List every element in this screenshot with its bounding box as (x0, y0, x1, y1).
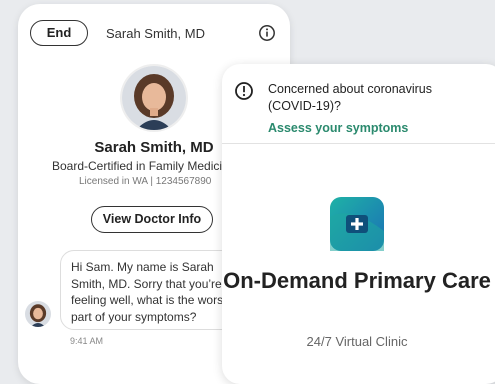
chat-title: Sarah Smith, MD (106, 26, 205, 41)
info-icon[interactable] (258, 24, 276, 42)
primary-care-subtitle: 24/7 Virtual Clinic (306, 334, 408, 349)
doctor-avatar-small (25, 301, 51, 327)
primary-care-card: Concerned about coronavirus (COVID-19)? … (222, 64, 495, 384)
end-button[interactable]: End (30, 20, 88, 46)
message-timestamp: 9:41 AM (70, 336, 104, 346)
assess-symptoms-link[interactable]: Assess your symptoms (268, 121, 408, 135)
doctor-certification: Board-Certified in Family Medicine (52, 159, 236, 173)
chat-header: End Sarah Smith, MD (18, 4, 290, 60)
alert-circle-icon (235, 82, 253, 100)
view-doctor-info-button[interactable]: View Doctor Info (91, 206, 213, 233)
doctor-license: Licensed in WA | 1234567890 (79, 176, 212, 187)
primary-care-title: On-Demand Primary Care (223, 268, 491, 293)
medical-cross-app-icon (330, 197, 384, 251)
covid-notice-text: Concerned about coronavirus (COVID-19)? (268, 82, 432, 113)
divider (222, 143, 495, 144)
doctor-avatar (122, 66, 186, 130)
